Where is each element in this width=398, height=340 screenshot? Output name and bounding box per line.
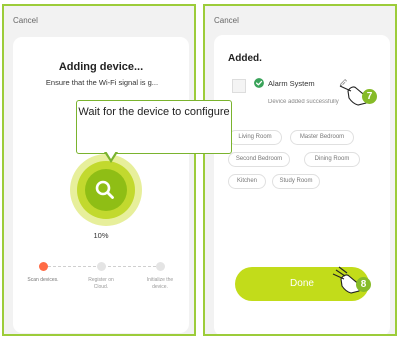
adding-device-screen: Cancel Adding device... Ensure that the … <box>2 4 196 336</box>
room-chip-second-bedroom[interactable]: Second Bedroom <box>228 152 290 167</box>
device-name: Alarm System <box>268 79 315 88</box>
step-label-scan: Scan devices. <box>27 277 59 283</box>
cancel-button[interactable]: Cancel <box>214 16 239 25</box>
progress-card: Adding device... Ensure that the Wi-Fi s… <box>13 37 189 333</box>
cancel-button[interactable]: Cancel <box>13 16 38 25</box>
device-thumbnail <box>232 79 246 93</box>
room-chip-dining-room[interactable]: Dining Room <box>304 152 360 167</box>
step-badge-done: 8 <box>356 277 371 292</box>
instruction-callout: Wait for the device to configure <box>76 100 232 154</box>
room-chip-study-room[interactable]: Study Room <box>272 174 320 189</box>
room-chip-kitchen[interactable]: Kitchen <box>228 174 266 189</box>
step-dot-register <box>97 262 106 271</box>
step-label-register: Register on Cloud. <box>88 277 114 290</box>
page-title: Adding device... <box>58 61 144 73</box>
step-dot-initialize <box>156 262 165 271</box>
room-chip-living-room[interactable]: Living Room <box>228 130 282 145</box>
room-chip-master-bedroom[interactable]: Master Bedroom <box>290 130 354 145</box>
callout-tail-fill <box>106 151 116 159</box>
step-badge-edit: 7 <box>362 89 377 104</box>
step-dot-scan <box>39 262 48 271</box>
check-icon <box>254 78 264 88</box>
page-title: Added. <box>228 53 262 64</box>
progress-percent: 10% <box>93 231 109 240</box>
search-icon <box>95 180 114 199</box>
step-label-initialize: Initialize the device. <box>146 277 174 290</box>
wifi-hint: Ensure that the Wi-Fi signal is g... <box>45 78 159 87</box>
